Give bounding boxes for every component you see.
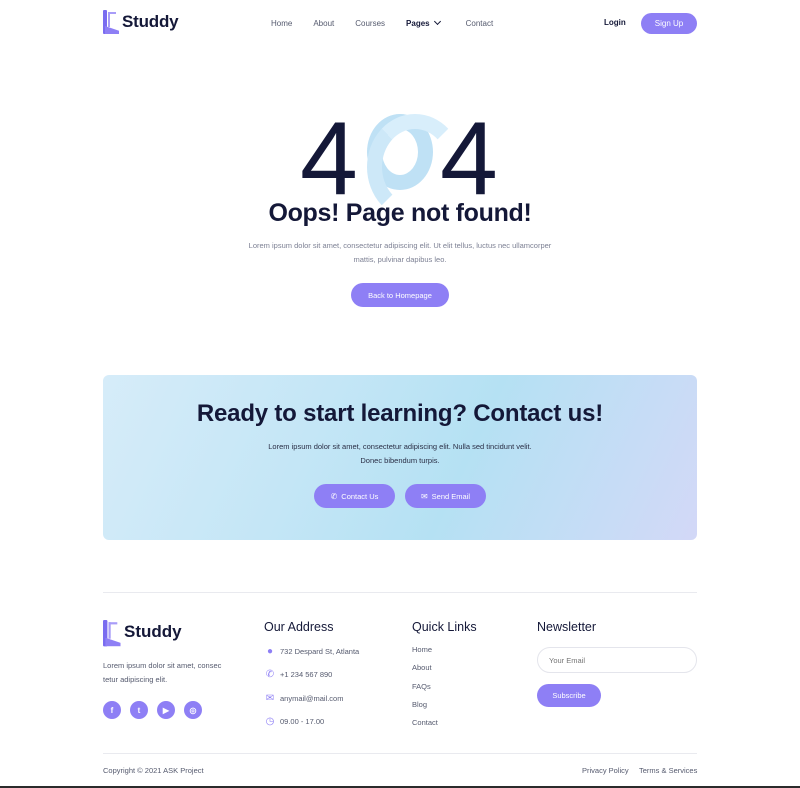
contact-cta-banner: Ready to start learning? Contact us! Lor…: [103, 375, 697, 540]
nav-contact[interactable]: Contact: [466, 19, 494, 28]
subscribe-button[interactable]: Subscribe: [537, 684, 601, 707]
footer-description: Lorem ipsum dolor sit amet, consec tetur…: [103, 661, 222, 684]
twitter-icon[interactable]: t: [130, 701, 148, 719]
phone-text: +1 234 567 890: [280, 670, 333, 679]
address-heading: Our Address: [264, 620, 334, 634]
hero-description: Lorem ipsum dolor sit amet, consectetur …: [248, 241, 552, 264]
address-street: ● 732 Despard St, Atlanta: [264, 646, 359, 657]
send-email-button[interactable]: ✉ Send Email: [405, 484, 486, 508]
error-code-zero-graphic: [367, 114, 463, 220]
clock-icon: ◷: [265, 716, 275, 727]
contact-us-label: Contact Us: [341, 491, 379, 501]
signup-button[interactable]: Sign Up: [641, 13, 697, 34]
envelope-icon: ✉: [420, 491, 428, 501]
footer-logo[interactable]: Studdy: [103, 620, 182, 647]
main-nav: Home About Courses Pages Contact: [271, 17, 494, 28]
chevron-down-icon: [433, 17, 441, 26]
footer-link-blog[interactable]: Blog: [412, 700, 427, 709]
nav-pages-label: Pages: [406, 19, 430, 28]
send-email-label: Send Email: [431, 491, 471, 501]
footer-divider-bottom: [103, 753, 697, 754]
footer-link-home[interactable]: Home: [412, 645, 432, 654]
newsletter-heading: Newsletter: [537, 620, 597, 634]
brand-logo[interactable]: Studdy: [103, 10, 179, 34]
cta-description: Lorem ipsum dolor sit amet, consectetur …: [268, 442, 532, 465]
contact-us-button[interactable]: ✆ Contact Us: [314, 484, 395, 508]
brand-name: Studdy: [122, 12, 179, 31]
footer-link-faqs[interactable]: FAQs: [412, 682, 431, 691]
login-link[interactable]: Login: [604, 18, 626, 27]
site-header: Studdy Home About Courses Pages Contact …: [0, 0, 800, 46]
cta-title: Ready to start learning? Contact us!: [196, 400, 604, 427]
page-title: Oops! Page not found!: [268, 199, 532, 227]
privacy-policy-link[interactable]: Privacy Policy: [582, 766, 629, 775]
copyright-text: Copyright © 2021 ASK Project: [103, 766, 204, 775]
logo-icon: [103, 620, 121, 647]
footer-brand-name: Studdy: [124, 622, 182, 641]
footer-link-about[interactable]: About: [412, 663, 432, 672]
address-phone[interactable]: ✆ +1 234 567 890: [264, 669, 333, 680]
back-to-homepage-button[interactable]: Back to Homepage: [351, 283, 449, 307]
logo-icon: [103, 10, 119, 34]
facebook-icon[interactable]: f: [103, 701, 121, 719]
quick-links-heading: Quick Links: [412, 620, 477, 634]
email-text: anymail@mail.com: [280, 694, 344, 703]
social-links: f t ▶ ◎: [103, 701, 211, 719]
location-pin-icon: ●: [266, 646, 274, 657]
newsletter-email-input[interactable]: [537, 647, 697, 673]
street-text: 732 Despard St, Atlanta: [280, 647, 360, 656]
envelope-icon: ✉: [265, 693, 275, 704]
youtube-icon[interactable]: ▶: [157, 701, 175, 719]
nav-home[interactable]: Home: [271, 19, 292, 28]
phone-icon: ✆: [330, 491, 338, 501]
nav-courses[interactable]: Courses: [355, 19, 385, 28]
terms-link[interactable]: Terms & Services: [639, 766, 697, 775]
nav-pages[interactable]: Pages: [406, 17, 441, 28]
address-hours: ◷ 09.00 - 17.00: [264, 716, 325, 727]
phone-icon: ✆: [265, 669, 275, 680]
nav-about[interactable]: About: [313, 19, 334, 28]
instagram-icon[interactable]: ◎: [184, 701, 202, 719]
hours-text: 09.00 - 17.00: [280, 717, 325, 726]
address-email[interactable]: ✉ anymail@mail.com: [264, 693, 344, 704]
footer-divider-top: [103, 592, 697, 593]
footer-link-contact[interactable]: Contact: [412, 718, 438, 727]
